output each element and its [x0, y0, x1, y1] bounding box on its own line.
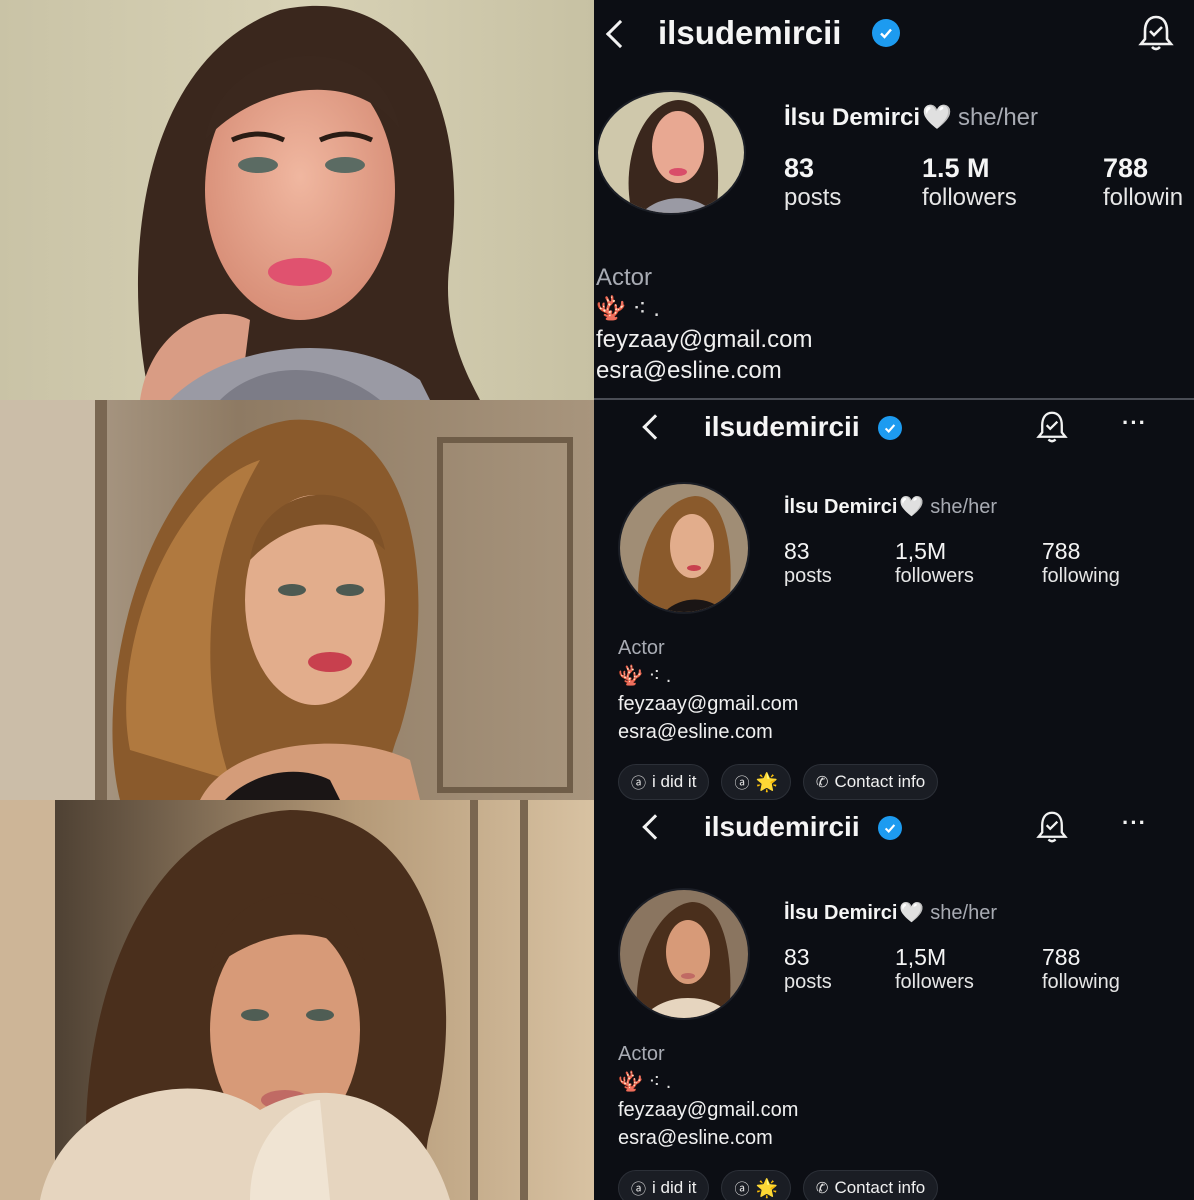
more-options-icon[interactable]: ··· [1122, 810, 1147, 836]
verified-badge-icon [872, 19, 900, 47]
bio-email-1[interactable]: feyzaay@gmail.com [596, 324, 812, 355]
stat-following[interactable]: 788 following [1042, 944, 1120, 994]
threads-icon: ⓐ [631, 1180, 647, 1198]
back-arrow-icon[interactable] [642, 414, 668, 440]
action-chips: ⓐ i did it ⓐ 🌟 ✆ Contact info [618, 764, 939, 800]
display-name: İlsu Demirci🤍she/her [784, 496, 998, 518]
bio-email-2[interactable]: esra@esline.com [618, 1124, 798, 1152]
bio-category: Actor [618, 637, 665, 659]
stat-followers[interactable]: 1,5M followers [895, 944, 974, 994]
bio-emoji-line: 🪸 ⁖ . [596, 295, 660, 322]
back-arrow-icon[interactable] [642, 814, 668, 840]
username: ilsudemircii [704, 411, 860, 442]
collage-row-3: ilsudemircii ··· İlsu Demirci 🤍 she/her 83… [0, 800, 1194, 1200]
bio-category: Actor [596, 264, 653, 291]
stat-following[interactable]: 788 followin [1103, 153, 1183, 212]
notification-bell-icon[interactable] [1036, 410, 1068, 449]
bio-category: Actor [618, 1043, 665, 1065]
action-chips: ⓐ i did it ⓐ 🌟 ✆ Contact info [618, 1170, 939, 1200]
username: ilsudemircii [658, 14, 842, 51]
pronouns: she/her [930, 496, 998, 518]
pronouns: she/her [957, 104, 1039, 131]
white-heart-icon: 🤍 [922, 104, 952, 131]
collage-row-2: ilsudemircii ··· İlsu Demirci 🤍 she/her 83… [0, 400, 1194, 800]
display-name: İlsu Demirci🤍she/her [784, 902, 998, 924]
stat-posts[interactable]: 83 posts [784, 944, 832, 994]
notification-bell-icon[interactable] [1138, 14, 1174, 57]
bio-emoji-line: 🪸 ⁖ . [618, 665, 672, 687]
profile-panel-2: ilsudemircii ··· İlsu Demirci 🤍 she/her 83… [594, 400, 1194, 800]
chip-threads-star[interactable]: ⓐ 🌟 [721, 764, 791, 800]
chip-threads-star[interactable]: ⓐ 🌟 [721, 1170, 791, 1200]
white-heart-icon: 🤍 [899, 496, 925, 518]
stat-followers[interactable]: 1,5M followers [895, 538, 974, 588]
display-name: İlsu Demirci🤍she/her [784, 104, 1039, 131]
avatar[interactable] [618, 482, 750, 614]
stat-posts[interactable]: 83 posts [784, 153, 841, 212]
phone-icon: ✆ [815, 1180, 829, 1197]
bio: Actor 🪸 ⁖ . feyzaay@gmail.com esra@eslin… [596, 262, 812, 386]
collage-row-1: ilsudemircii İlsu Demirci🤍 she/her 83 post… [0, 0, 1194, 400]
more-options-icon[interactable]: ··· [1122, 410, 1147, 436]
stat-following[interactable]: 788 following [1042, 538, 1120, 588]
stat-followers[interactable]: 1.5 Mfollowers [922, 153, 1017, 212]
phone-icon: ✆ [815, 774, 829, 791]
bio: Actor 🪸 ⁖ . feyzaay@gmail.com esra@eslin… [618, 1040, 798, 1152]
back-arrow-icon[interactable] [605, 19, 635, 49]
username: ilsudemircii [704, 811, 860, 842]
bio-emoji-line: 🪸 ⁖ . [618, 1071, 672, 1093]
white-heart-icon: 🤍 [899, 902, 925, 924]
avatar[interactable] [618, 888, 750, 1020]
bio-email-1[interactable]: feyzaay@gmail.com [618, 1096, 798, 1124]
notification-bell-icon[interactable] [1036, 810, 1068, 849]
bio-email-2[interactable]: esra@esline.com [596, 355, 812, 386]
chip-contact-info[interactable]: ✆ Contact info [802, 1170, 939, 1200]
verified-badge-icon [878, 416, 902, 440]
bio: Actor 🪸 ⁖ . feyzaay@gmail.com esra@eslin… [618, 634, 798, 746]
bio-email-2[interactable]: esra@esline.com [618, 718, 798, 746]
chip-threads-link[interactable]: ⓐ i did it [618, 1170, 710, 1200]
chip-threads-link[interactable]: ⓐ i did it [618, 764, 710, 800]
bio-email-1[interactable]: feyzaay@gmail.com [618, 690, 798, 718]
avatar[interactable] [596, 90, 746, 215]
pronouns: she/her [930, 902, 998, 924]
portrait-photo-3 [0, 800, 594, 1200]
chip-contact-info[interactable]: ✆ Contact info [802, 764, 939, 800]
portrait-photo-2 [0, 400, 594, 800]
verified-badge-icon [878, 816, 902, 840]
profile-panel-3: ilsudemircii ··· İlsu Demirci 🤍 she/her 83… [594, 800, 1194, 1200]
stat-posts[interactable]: 83 posts [784, 538, 832, 588]
portrait-photo-1 [0, 0, 594, 400]
threads-icon: ⓐ [734, 774, 750, 792]
threads-icon: ⓐ [734, 1180, 750, 1198]
profile-panel-1: ilsudemircii İlsu Demirci🤍 she/her 83 post… [594, 0, 1194, 400]
threads-icon: ⓐ [631, 774, 647, 792]
